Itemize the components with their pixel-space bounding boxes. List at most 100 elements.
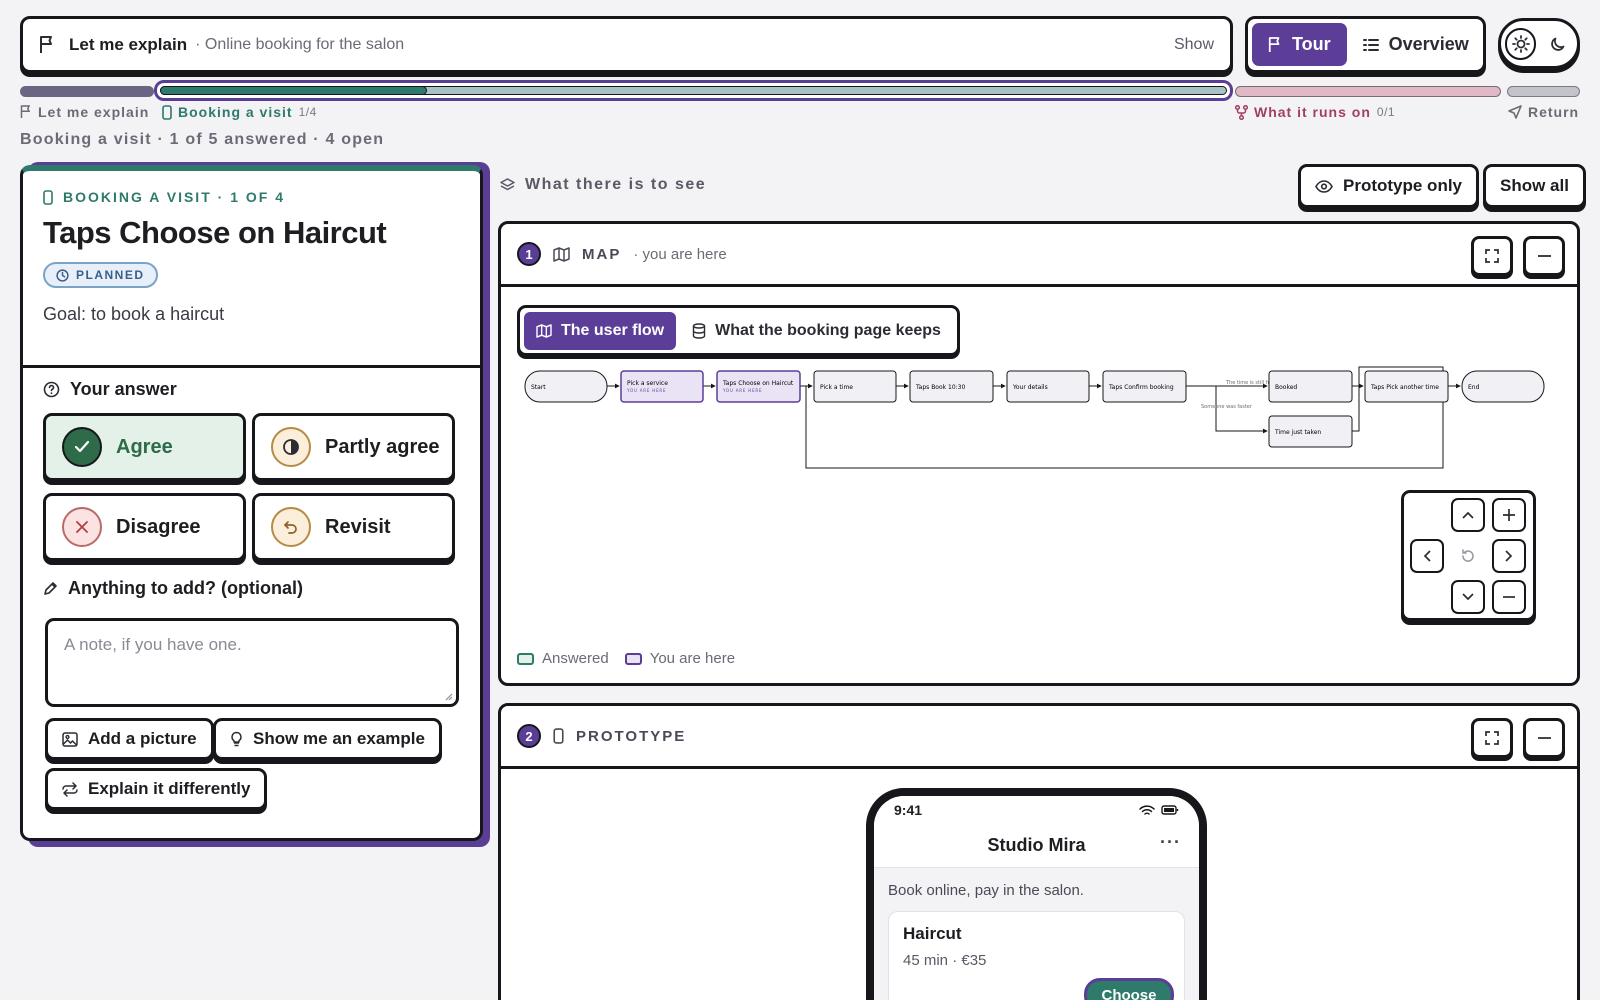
reset-icon <box>1462 549 1474 562</box>
prototype-only-label: Prototype only <box>1343 176 1463 195</box>
legend-answered-label: Answered <box>542 650 609 667</box>
crumb-booking-count: 1/4 <box>298 105 317 119</box>
flow-node-end[interactable]: End <box>1461 370 1545 403</box>
flow-node-pick-service-label: Pick a service <box>627 380 668 387</box>
crumb-return[interactable]: Return <box>1508 104 1579 120</box>
add-picture-button[interactable]: Add a picture <box>45 718 214 760</box>
plus-icon <box>1503 509 1515 521</box>
prototype-panel: 2 PROTOTYPE 9:41 Studio Mira ··· Book on… <box>498 703 1580 1000</box>
crumb-booking[interactable]: Booking a visit 1/4 <box>162 104 317 120</box>
flow-node-your-details[interactable]: Your details <box>1006 370 1090 403</box>
zoom-out-button[interactable] <box>1492 580 1526 614</box>
flow-node-pick-time[interactable]: Pick a time <box>813 370 897 403</box>
legend-here-swatch <box>624 652 642 665</box>
legend-here-label: You are here <box>649 650 736 667</box>
progress-segment-runs[interactable] <box>1235 86 1501 97</box>
expand-map-button[interactable] <box>1471 236 1513 276</box>
progress-segment-intro[interactable] <box>20 86 154 97</box>
flow-node-confirm[interactable]: Taps Confirm booking <box>1102 370 1187 403</box>
flow-node-pick-another[interactable]: Taps Pick another time <box>1364 370 1449 403</box>
disagree-button[interactable]: Disagree <box>43 493 246 561</box>
agree-button[interactable]: Agree <box>43 413 246 481</box>
crumb-return-label: Return <box>1528 104 1580 120</box>
map-legend: Answered You are here <box>517 650 735 667</box>
flow-node-pick-time-label: Pick a time <box>820 384 853 391</box>
tab-booking-keeps[interactable]: What the booking page keeps <box>680 312 953 350</box>
answer-heading-label: Your answer <box>70 379 177 399</box>
status-badge: PLANNED <box>43 262 158 288</box>
pan-left-button[interactable] <box>1410 539 1444 573</box>
prototype-only-button[interactable]: Prototype only <box>1298 164 1480 208</box>
agree-label: Agree <box>116 435 173 458</box>
minus-icon <box>1503 596 1515 598</box>
flow-node-pick-service[interactable]: Pick a service YOU ARE HERE <box>620 370 704 403</box>
flow-node-book-1030[interactable]: Taps Book 10:30 <box>909 370 994 403</box>
edge-label-still-free: The time is still free <box>1225 380 1276 386</box>
pan-down-button[interactable] <box>1451 580 1485 614</box>
check-icon <box>62 427 102 467</box>
show-button[interactable]: Show <box>1174 36 1214 54</box>
light-theme-button[interactable] <box>1505 27 1537 60</box>
booking-progress-fill <box>160 86 427 95</box>
flow-node-pick-another-label: Taps Pick another time <box>1370 384 1439 391</box>
progress-segment-booking[interactable] <box>154 80 1233 101</box>
map-tabs: The user flow What the booking page keep… <box>517 305 960 356</box>
question-header: BOOKING A VISIT · 1 OF 4 Taps Choose on … <box>23 171 480 368</box>
zoom-in-button[interactable] <box>1492 498 1526 532</box>
send-icon <box>1508 105 1522 119</box>
pan-right-button[interactable] <box>1492 539 1526 573</box>
expand-icon <box>1485 731 1499 745</box>
show-all-button[interactable]: Show all <box>1483 164 1586 208</box>
partly-agree-label: Partly agree <box>325 435 440 458</box>
moon-icon <box>1550 37 1564 51</box>
status-badge-label: PLANNED <box>76 268 145 282</box>
service-card: Haircut 45 min · €35 Choose <box>888 911 1185 1000</box>
crumb-runs[interactable]: What it runs on 0/1 <box>1235 104 1395 120</box>
progress-summary: Booking a visit · 1 of 5 answered · 4 op… <box>20 131 385 148</box>
flow-node-start[interactable]: Start <box>524 370 608 403</box>
show-all-label: Show all <box>1500 176 1569 195</box>
tour-mode-button[interactable]: Tour <box>1252 23 1347 66</box>
user-flow-diagram: The time is still free Someone was faste… <box>524 366 1545 469</box>
half-circle-icon <box>271 427 311 467</box>
flow-node-time-taken[interactable]: Time just taken <box>1268 415 1353 448</box>
chevron-right-icon <box>1505 550 1513 562</box>
explain-differently-button[interactable]: Explain it differently <box>45 768 268 810</box>
note-placeholder: A note, if you have one. <box>64 635 242 654</box>
minus-icon <box>1537 737 1551 739</box>
show-example-button[interactable]: Show me an example <box>213 718 442 760</box>
database-icon <box>692 322 706 339</box>
prototype-panel-header: 2 PROTOTYPE <box>501 706 1577 769</box>
dark-theme-button[interactable] <box>1542 28 1573 60</box>
collapse-map-button[interactable] <box>1523 236 1565 276</box>
crumb-explain-label: Let me explain <box>38 104 150 120</box>
chevron-left-icon <box>1423 550 1431 562</box>
collapse-prototype-button[interactable] <box>1523 718 1565 758</box>
tour-mode-label: Tour <box>1292 34 1331 54</box>
phone-tagline: Book online, pay in the salon. <box>888 882 1084 899</box>
list-icon <box>1362 38 1379 51</box>
resize-handle-icon[interactable] <box>443 691 453 701</box>
help-circle-icon <box>43 381 60 398</box>
crumb-explain[interactable]: Let me explain <box>20 104 149 120</box>
map-panel-subtitle: · you are here <box>633 245 727 263</box>
partly-agree-button[interactable]: Partly agree <box>252 413 455 481</box>
layers-icon <box>500 178 515 191</box>
progress-segment-return[interactable] <box>1507 86 1580 97</box>
repeat-icon <box>62 781 78 797</box>
expand-prototype-button[interactable] <box>1471 718 1513 758</box>
tab-booking-keeps-label: What the booking page keeps <box>715 321 941 339</box>
pan-up-button[interactable] <box>1451 498 1485 532</box>
tab-user-flow[interactable]: The user flow <box>524 311 677 350</box>
reset-view-button[interactable] <box>1451 539 1485 573</box>
more-menu-icon[interactable]: ··· <box>1160 832 1181 853</box>
flow-node-time-taken-label: Time just taken <box>1274 429 1321 436</box>
choose-button[interactable]: Choose <box>1084 978 1174 1000</box>
edge-label-faster: Someone was faster <box>1201 404 1253 410</box>
flow-node-booked[interactable]: Booked <box>1268 370 1353 403</box>
revisit-button[interactable]: Revisit <box>252 493 455 561</box>
prototype-panel-number: 2 <box>517 724 541 748</box>
flow-node-choose-haircut[interactable]: Taps Choose on Haircut YOU ARE HERE <box>716 370 801 403</box>
note-textarea[interactable]: A note, if you have one. <box>45 618 459 707</box>
overview-mode-button[interactable]: Overview <box>1347 23 1485 66</box>
